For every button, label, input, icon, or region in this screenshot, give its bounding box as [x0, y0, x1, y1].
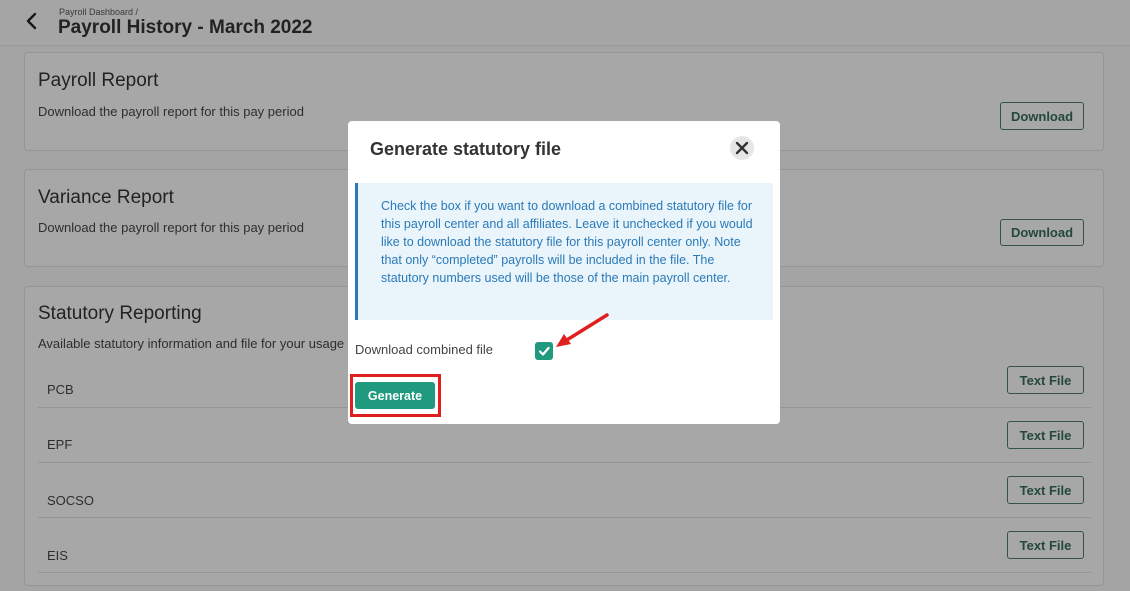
close-icon [735, 141, 749, 155]
close-button[interactable] [730, 136, 754, 160]
generate-statutory-modal: Generate statutory file Check the box if… [348, 121, 780, 424]
combined-file-checkbox[interactable] [535, 342, 553, 360]
info-box: Check the box if you want to download a … [355, 183, 773, 320]
info-text: Check the box if you want to download a … [381, 199, 753, 285]
modal-title: Generate statutory file [370, 139, 562, 159]
combined-file-label: Download combined file [355, 342, 494, 357]
checkmark-icon [538, 346, 550, 356]
generate-button[interactable]: Generate [355, 382, 435, 409]
annotation-arrow-icon [556, 313, 609, 347]
